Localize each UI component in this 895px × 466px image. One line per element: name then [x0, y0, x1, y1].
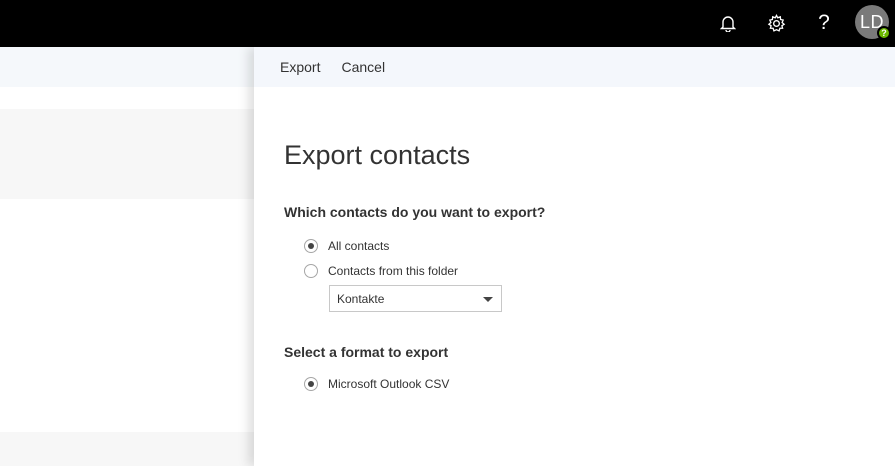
top-navigation-bar: ? LD ?: [0, 0, 895, 47]
presence-status-icon: ?: [877, 26, 891, 40]
contacts-from-folder-label: Contacts from this folder: [328, 264, 459, 278]
all-contacts-label: All contacts: [328, 239, 390, 253]
background-header-strip: [0, 47, 254, 87]
background-list-block: [0, 109, 254, 199]
gear-icon[interactable]: [762, 9, 790, 37]
background-footer-strip: [0, 432, 254, 466]
folder-select[interactable]: Kontakte: [329, 285, 502, 312]
export-contacts-panel: Export Cancel Export contacts Which cont…: [254, 47, 895, 466]
bell-icon[interactable]: [714, 9, 742, 37]
background-content: [0, 47, 254, 466]
contacts-from-folder-radio[interactable]: [304, 264, 318, 278]
all-contacts-option[interactable]: All contacts: [304, 239, 389, 253]
contacts-from-folder-option[interactable]: Contacts from this folder: [304, 264, 458, 278]
outlook-csv-option[interactable]: Microsoft Outlook CSV: [304, 377, 449, 391]
export-button[interactable]: Export: [280, 59, 320, 75]
page-title: Export contacts: [284, 140, 471, 170]
all-contacts-radio[interactable]: [304, 239, 318, 253]
command-bar: Export Cancel: [254, 47, 895, 87]
which-contacts-label: Which contacts do you want to export?: [284, 204, 546, 220]
folder-select-value: Kontakte: [337, 291, 385, 306]
format-label: Select a format to export: [284, 344, 449, 360]
cancel-button[interactable]: Cancel: [341, 59, 385, 75]
help-icon[interactable]: ?: [810, 9, 838, 37]
chevron-down-icon: [483, 297, 493, 302]
outlook-csv-label: Microsoft Outlook CSV: [328, 377, 450, 391]
outlook-csv-radio[interactable]: [304, 377, 318, 391]
